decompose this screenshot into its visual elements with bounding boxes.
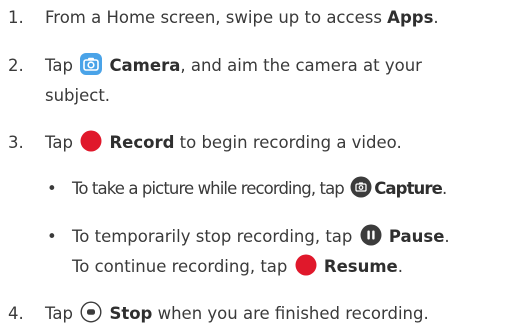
record-icon bbox=[80, 130, 102, 162]
sub-bullet-text: To take a picture while recording, tap C… bbox=[72, 174, 447, 208]
stop-icon bbox=[80, 301, 102, 333]
capture-icon bbox=[350, 176, 372, 208]
step-text: From a Home screen, swipe up to access A… bbox=[45, 8, 439, 27]
sub-bullet-continuation: To continue recording, tap Resume. bbox=[72, 252, 403, 286]
apps-label: Apps bbox=[387, 8, 434, 27]
instructions-document: 1. From a Home screen, swipe up to acces… bbox=[0, 0, 525, 332]
bullet-dot: • bbox=[47, 227, 57, 246]
bullet-dot: • bbox=[47, 179, 57, 198]
resume-icon bbox=[295, 254, 317, 286]
step-number: 1. bbox=[8, 8, 24, 27]
sub-bullet-text: To temporarily stop recording, tap Pause… bbox=[72, 222, 450, 256]
record-label: Record bbox=[109, 133, 175, 152]
step-text: Tap Record to begin recording a video. bbox=[45, 128, 402, 162]
step-text: Tap Stop when you are finished recording… bbox=[45, 299, 429, 333]
capture-label: Capture bbox=[374, 179, 443, 198]
step-number: 2. bbox=[8, 56, 24, 75]
step-number: 3. bbox=[8, 133, 24, 152]
pause-label: Pause bbox=[388, 227, 445, 246]
camera-label: Camera bbox=[109, 56, 181, 75]
resume-label: Resume bbox=[323, 257, 398, 276]
step-text: Tap Camera, and aim the camera at your bbox=[45, 51, 422, 85]
stop-label: Stop bbox=[109, 304, 153, 323]
step-number: 4. bbox=[8, 304, 24, 323]
